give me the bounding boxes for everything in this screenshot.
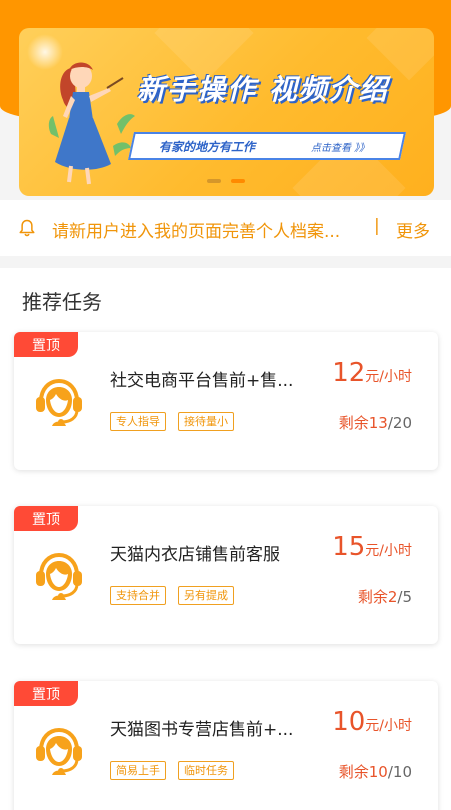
task-card[interactable]: 置顶 天猫图书专营店售前+... 简易上手 临时任务 10元/小时 剩余10/1… bbox=[14, 681, 438, 810]
task-tag: 接待量小 bbox=[178, 412, 234, 431]
remaining-label: 剩余 bbox=[338, 763, 369, 781]
pinned-badge: 置顶 bbox=[14, 332, 78, 357]
task-remaining: 剩余10/10 bbox=[339, 761, 412, 782]
task-tags: 支持合并 另有提成 bbox=[110, 586, 234, 605]
remaining-count: 10 bbox=[368, 763, 388, 781]
pinned-badge: 置顶 bbox=[14, 681, 78, 706]
task-card[interactable]: 置顶 天猫内衣店铺售前客服 支持合并 另有提成 15元/小时 剩余2/5 bbox=[14, 506, 438, 644]
task-remaining: 剩余2/5 bbox=[358, 586, 412, 607]
price-value: 12 bbox=[332, 358, 366, 388]
remaining-total: 10 bbox=[392, 763, 412, 781]
remaining-count: 2 bbox=[387, 588, 398, 606]
banner-subtitle: 有家的地方有工作 bbox=[159, 140, 256, 154]
remaining-total: 20 bbox=[392, 414, 412, 432]
promo-banner[interactable]: 新手操作 视频介绍 有家的地方有工作 点击查看 》》 bbox=[19, 28, 434, 196]
customer-service-icon bbox=[36, 727, 82, 775]
task-title[interactable]: 社交电商平台售前+售... bbox=[110, 366, 293, 391]
price-unit: 元/小时 bbox=[365, 369, 412, 385]
task-tags: 专人指导 接待量小 bbox=[110, 412, 234, 431]
task-tag: 另有提成 bbox=[178, 586, 234, 605]
task-price: 12元/小时 bbox=[332, 358, 412, 388]
task-card[interactable]: 置顶 社交电商平台售前+售... 专人指导 接待量小 12元/小时 剩余13/2… bbox=[14, 332, 438, 470]
task-tag: 简易上手 bbox=[110, 761, 166, 780]
remaining-label: 剩余 bbox=[357, 588, 388, 606]
remaining-count: 13 bbox=[368, 414, 388, 432]
carousel-dot-active[interactable] bbox=[231, 179, 245, 183]
price-unit: 元/小时 bbox=[365, 543, 412, 559]
notice-bar[interactable]: 请新用户进入我的页面完善个人档案... | 更多 bbox=[0, 200, 451, 256]
recommended-tasks-section: 推荐任务 置顶 社交电商平台售前+售... 专人指导 接待量小 12元/小时 剩… bbox=[0, 268, 451, 810]
task-price: 10元/小时 bbox=[332, 707, 412, 737]
customer-service-icon bbox=[36, 552, 82, 600]
pinned-badge: 置顶 bbox=[14, 506, 78, 531]
bell-icon bbox=[19, 219, 35, 237]
remaining-label: 剩余 bbox=[338, 414, 369, 432]
task-tags: 简易上手 临时任务 bbox=[110, 761, 234, 780]
carousel-indicator bbox=[207, 179, 245, 183]
price-value: 15 bbox=[332, 532, 366, 562]
notice-separator: | bbox=[374, 216, 380, 236]
price-unit: 元/小时 bbox=[365, 718, 412, 734]
remaining-total: 5 bbox=[402, 588, 412, 606]
task-title[interactable]: 天猫内衣店铺售前客服 bbox=[110, 540, 280, 565]
task-remaining: 剩余13/20 bbox=[339, 412, 412, 433]
banner-title: 新手操作 视频介绍 bbox=[137, 73, 389, 106]
customer-service-icon bbox=[36, 378, 82, 426]
notice-more-link[interactable]: 更多 bbox=[396, 217, 430, 242]
banner-cta-link[interactable]: 点击查看 》》 bbox=[311, 139, 369, 154]
task-title[interactable]: 天猫图书专营店售前+... bbox=[110, 715, 293, 740]
task-tag: 临时任务 bbox=[178, 761, 234, 780]
price-value: 10 bbox=[332, 707, 366, 737]
notice-text[interactable]: 请新用户进入我的页面完善个人档案... bbox=[52, 217, 340, 242]
task-price: 15元/小时 bbox=[332, 532, 412, 562]
task-tag: 支持合并 bbox=[110, 586, 166, 605]
task-tag: 专人指导 bbox=[110, 412, 166, 431]
banner-girl-illustration bbox=[48, 62, 135, 185]
carousel-dot[interactable] bbox=[207, 179, 221, 183]
section-title: 推荐任务 bbox=[22, 290, 102, 314]
